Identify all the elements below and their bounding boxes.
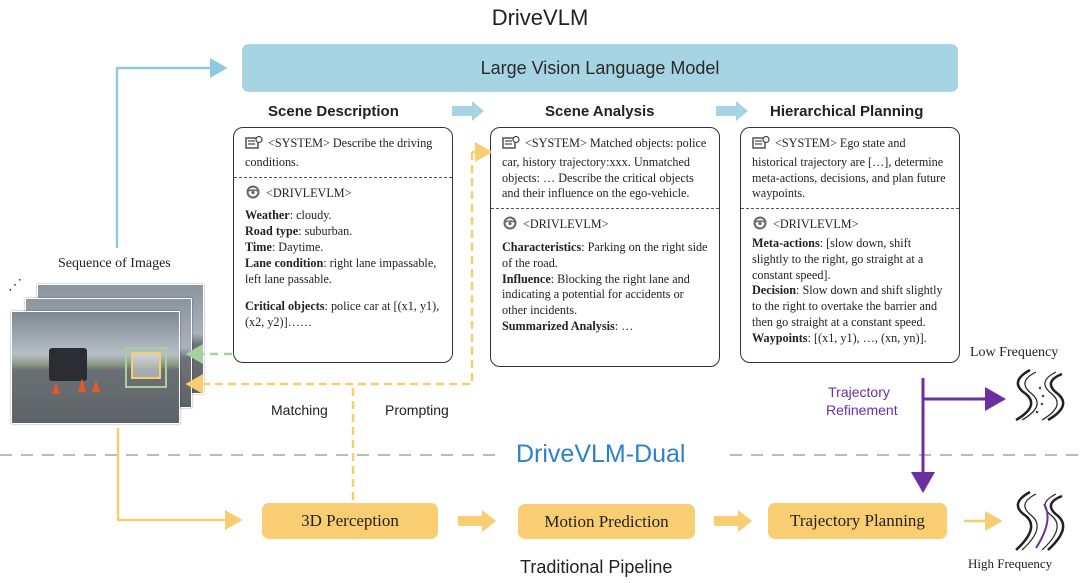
matching-label: Matching: [271, 402, 328, 418]
low-frequency-road-icon: [1015, 368, 1065, 422]
images-to-perception-arrow: [116, 428, 243, 530]
trajectory-refinement-line1: Trajectory: [828, 384, 890, 400]
high-frequency-road-icon: [1015, 490, 1065, 551]
trajectory-refinement-label: Trajectory Refinement: [826, 383, 898, 419]
stage-arrow-2: [716, 101, 748, 121]
prompting-arrow: [185, 152, 474, 394]
trajectory-refinement-line2: Refinement: [826, 402, 898, 418]
drivevlm-dual-label: DriveVLM-Dual: [516, 440, 686, 468]
prompting-label: Prompting: [385, 402, 449, 418]
traditional-pipeline-label: Traditional Pipeline: [520, 557, 673, 577]
connectors-layer: [0, 58, 1080, 551]
pipeline-motion-prediction: Motion Prediction: [518, 504, 695, 539]
stage-arrow-1: [452, 101, 484, 121]
low-frequency-label: Low Frequency: [970, 345, 1059, 360]
images-to-lvlm-arrow: [115, 58, 228, 248]
high-frequency-label: High Frequency: [968, 556, 1053, 571]
pipeline-trajectory-planning: Trajectory Planning: [768, 503, 947, 539]
pipeline-arrow-2: [714, 510, 752, 532]
pipeline-3d-perception: 3D Perception: [262, 503, 438, 539]
pipeline-arrow-1: [458, 510, 496, 532]
